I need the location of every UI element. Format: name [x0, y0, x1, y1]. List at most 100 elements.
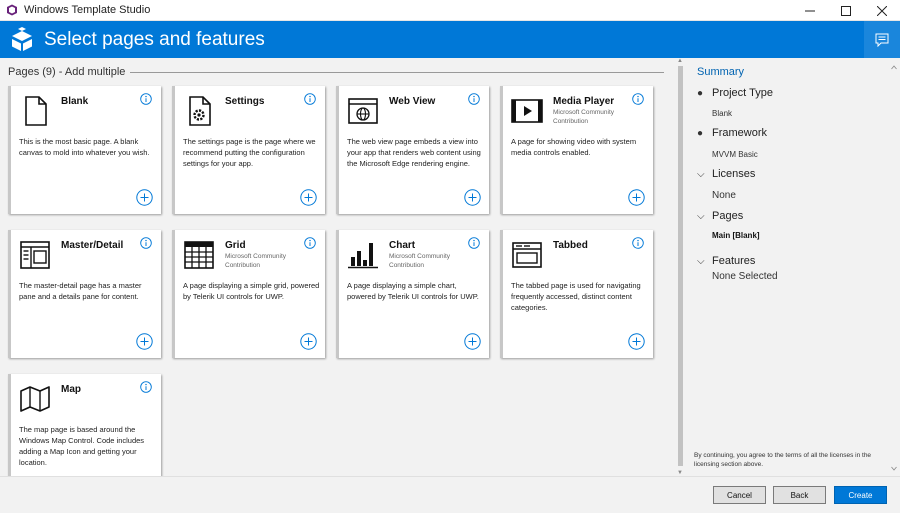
summary-features-value: None Selected — [712, 271, 778, 282]
bullet-icon: ● — [697, 127, 704, 139]
summary-project-type: ● Project Type — [697, 87, 773, 99]
info-icon[interactable] — [140, 237, 152, 249]
add-page-icon[interactable] — [464, 189, 481, 206]
page-card-web-view[interactable]: Web View The web view page embeds a view… — [336, 86, 489, 214]
feedback-button[interactable] — [864, 21, 900, 58]
summary-framework: ● Framework — [697, 127, 767, 139]
card-title: Tabbed — [553, 240, 588, 251]
maximize-button[interactable] — [828, 0, 864, 21]
card-author: Microsoft Community Contribution — [225, 253, 287, 269]
add-page-icon[interactable] — [136, 333, 153, 350]
info-icon[interactable] — [468, 93, 480, 105]
summary-features-label: Features — [712, 255, 756, 267]
minimize-button[interactable] — [792, 0, 828, 21]
cancel-button[interactable]: Cancel — [713, 486, 766, 504]
page-card-master-detail[interactable]: Master/Detail The master-detail page has… — [8, 230, 161, 358]
card-author: Microsoft Community Contribution — [389, 253, 451, 269]
card-description: The web view page embeds a view into you… — [347, 137, 481, 168]
card-description: The tabbed page is used for navigating f… — [511, 281, 641, 312]
page-card-map[interactable]: Map The map page is based around the Win… — [8, 374, 161, 476]
page-card-grid[interactable]: Grid Microsoft Community Contribution A … — [172, 230, 325, 358]
page-card-settings[interactable]: Settings The settings page is the page w… — [172, 86, 325, 214]
app-logo-icon — [7, 4, 17, 16]
summary-project-type-label: Project Type — [712, 87, 773, 99]
info-icon[interactable] — [468, 237, 480, 249]
window-title: Windows Template Studio — [24, 4, 151, 16]
scrollbar-thumb[interactable] — [678, 66, 683, 466]
card-author: Microsoft Community Contribution — [553, 109, 615, 125]
master-detail-icon — [20, 241, 50, 269]
license-terms-text: By continuing, you agree to the terms of… — [694, 452, 872, 468]
page-card-media-player[interactable]: Media Player Microsoft Community Contrib… — [500, 86, 653, 214]
page-title: Select pages and features — [44, 28, 265, 50]
add-page-icon[interactable] — [300, 189, 317, 206]
settings-page-icon — [189, 96, 211, 126]
web-view-icon — [348, 98, 378, 124]
card-description: This is the most basic page. A blank can… — [19, 137, 150, 157]
summary-project-type-value: Blank — [712, 109, 733, 118]
title-bar: Windows Template Studio — [0, 0, 900, 21]
summary-pages-label: Pages — [712, 210, 744, 222]
add-page-icon[interactable] — [136, 189, 153, 206]
info-icon[interactable] — [304, 237, 316, 249]
minimize-icon — [805, 10, 815, 11]
map-icon — [20, 386, 50, 412]
card-title: Grid — [225, 240, 246, 251]
card-title: Master/Detail — [61, 240, 124, 251]
add-page-icon[interactable] — [628, 333, 645, 350]
card-description: A page for showing video with system med… — [511, 137, 637, 157]
section-divider — [130, 71, 664, 73]
summary-title: Summary — [697, 66, 745, 78]
create-button[interactable]: Create — [834, 486, 887, 504]
summary-features[interactable]: ⌵ Features — [697, 255, 755, 267]
chevron-down-icon[interactable]: ⌵ — [697, 169, 712, 180]
card-title: Web View — [389, 96, 436, 107]
card-description: The master-detail page has a master pane… — [19, 281, 142, 301]
summary-panel: Summary ● Project Type Blank ● Framework… — [686, 58, 900, 476]
pages-section-header: Pages (9) - Add multiple — [8, 66, 664, 78]
card-description: A page displaying a simple grid, powered… — [183, 281, 320, 301]
info-icon[interactable] — [140, 381, 152, 393]
footer-bar: Cancel Back Create — [0, 476, 900, 513]
summary-framework-value: MVVM Basic — [712, 150, 758, 159]
info-icon[interactable] — [632, 237, 644, 249]
chevron-down-icon[interactable]: ⌵ — [697, 211, 712, 222]
card-title: Map — [61, 384, 81, 395]
wts-logo-icon — [12, 26, 32, 51]
grid-icon — [184, 241, 214, 269]
summary-pages[interactable]: ⌵ Pages — [697, 210, 743, 222]
card-title: Settings — [225, 96, 265, 107]
card-description: The map page is based around the Windows… — [19, 425, 145, 467]
info-icon[interactable] — [140, 93, 152, 105]
summary-pages-value: Main [Blank] — [712, 231, 760, 240]
page-card-blank[interactable]: Blank This is the most basic page. A bla… — [8, 86, 161, 214]
chevron-down-icon[interactable]: ⌵ — [697, 256, 712, 267]
card-title: Chart — [389, 240, 416, 251]
pages-section-title: Pages (9) - Add multiple — [8, 66, 126, 78]
summary-licenses[interactable]: ⌵ Licenses — [697, 168, 755, 180]
info-icon[interactable] — [304, 93, 316, 105]
back-button[interactable]: Back — [773, 486, 826, 504]
scroll-up-icon[interactable]: ▲ — [677, 58, 683, 64]
media-player-icon — [511, 99, 543, 123]
pages-scrollbar[interactable]: ▲ ▼ — [676, 58, 685, 476]
summary-licenses-value: None — [712, 190, 736, 201]
tabbed-icon — [512, 242, 542, 268]
page-card-tabbed[interactable]: Tabbed The tabbed page is used for navig… — [500, 230, 653, 358]
maximize-icon — [841, 5, 851, 16]
pages-panel: Pages (9) - Add multiple Blank This is t… — [0, 58, 676, 476]
add-page-icon[interactable] — [628, 189, 645, 206]
close-icon — [877, 5, 887, 16]
page-header: Select pages and features — [0, 21, 900, 58]
feedback-icon — [875, 33, 889, 47]
add-page-icon[interactable] — [300, 333, 317, 350]
info-icon[interactable] — [632, 93, 644, 105]
blank-page-icon — [25, 96, 47, 126]
summary-licenses-label: Licenses — [712, 168, 756, 180]
summary-scrollbar[interactable] — [890, 64, 898, 472]
card-title: Media Player — [553, 96, 615, 107]
chart-icon — [348, 243, 378, 269]
close-button[interactable] — [864, 0, 900, 21]
page-card-chart[interactable]: Chart Microsoft Community Contribution A… — [336, 230, 489, 358]
add-page-icon[interactable] — [464, 333, 481, 350]
